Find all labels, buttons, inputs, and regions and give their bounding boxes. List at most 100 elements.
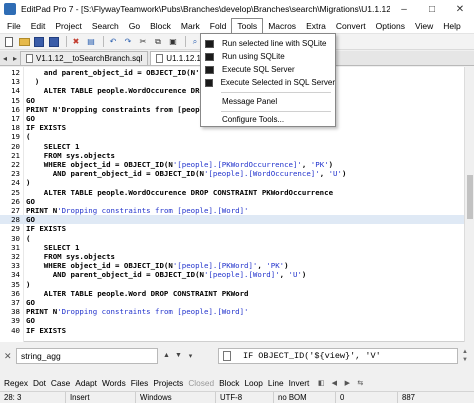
option-dot[interactable]: Dot	[33, 378, 46, 388]
code-line[interactable]: 30 (	[0, 234, 464, 243]
menu-item-run-selected-sqlite[interactable]: Run selected line with SQLite	[201, 37, 335, 50]
menu-block[interactable]: Block	[145, 18, 176, 34]
find-next-button[interactable]: ▶	[342, 378, 352, 388]
code-line[interactable]: 27 PRINT N'Dropping constraints from [peo…	[0, 206, 464, 215]
code-line[interactable]: 35)	[0, 280, 464, 289]
save-button[interactable]	[33, 36, 45, 47]
line-number: 23	[11, 169, 20, 179]
replace-input[interactable]: IF OBJECT_ID('${view}', 'V'	[218, 348, 458, 364]
cut-icon: ✂	[139, 36, 147, 46]
menu-convert[interactable]: Convert	[331, 18, 371, 34]
code-text: FROM sys.objects	[26, 252, 115, 261]
scrollbar-thumb[interactable]	[467, 175, 473, 219]
menu-help[interactable]: Help	[438, 18, 465, 34]
menu-options[interactable]: Options	[371, 18, 410, 34]
code-line[interactable]: 22 WHERE object_id = OBJECT_ID(N'[people…	[0, 160, 464, 169]
code-line[interactable]: 34 AND parent_object_id = OBJECT_ID(N'[p…	[0, 270, 464, 279]
menu-file[interactable]: File	[2, 18, 26, 34]
menu-item-run-sqlite[interactable]: Run using SQLite	[201, 50, 335, 63]
code-line[interactable]: 36 ALTER TABLE people.Word DROP CONSTRAI…	[0, 289, 464, 298]
menu-fold[interactable]: Fold	[205, 18, 232, 34]
menu-extra[interactable]: Extra	[301, 18, 331, 34]
menu-edit[interactable]: Edit	[26, 18, 51, 34]
option-adapt[interactable]: Adapt	[75, 378, 97, 388]
option-line[interactable]: Line	[268, 378, 284, 388]
new-file-button[interactable]	[3, 36, 15, 47]
search-history-down-button[interactable]: ▼	[174, 349, 183, 362]
option-closed[interactable]: Closed	[188, 378, 214, 388]
menu-mark[interactable]: Mark	[176, 18, 205, 34]
close-file-button[interactable]: ✖	[70, 36, 82, 47]
code-text: GO	[26, 316, 35, 326]
code-line[interactable]: 19 (	[0, 132, 464, 141]
code-line[interactable]: 31 SELECT 1	[0, 243, 464, 252]
status-insert-mode[interactable]: Insert	[66, 391, 136, 403]
code-text: FROM sys.objects	[26, 150, 115, 160]
code-line[interactable]: 25 ALTER TABLE people.WordOccurence DROP…	[0, 188, 464, 197]
code-line[interactable]: 40 IF EXISTS	[0, 326, 464, 335]
code-line[interactable]: 28 GO	[0, 215, 464, 225]
code-line[interactable]: 23 AND parent_object_id = OBJECT_ID(N'[p…	[0, 169, 464, 178]
console-icon	[205, 65, 214, 74]
search-history-up-button[interactable]: ▲	[162, 349, 171, 362]
replace-scroll-buttons[interactable]: ▲ ▼	[460, 348, 470, 364]
search-input[interactable]: string_agg	[16, 348, 158, 364]
minimize-button[interactable]: –	[390, 0, 418, 18]
option-invert[interactable]: Invert	[289, 378, 310, 388]
tab-scroll-left-button[interactable]: ◂	[0, 51, 10, 65]
code-line[interactable]: 39 GO	[0, 316, 464, 325]
print-button[interactable]: ▤	[85, 36, 97, 47]
vertical-scrollbar[interactable]	[464, 67, 474, 342]
paste-button[interactable]: ▣	[167, 36, 179, 47]
code-text: (	[26, 132, 31, 142]
code-line[interactable]: 33 WHERE object_id = OBJECT_ID(N'[people…	[0, 261, 464, 270]
line-number: 16	[11, 104, 20, 114]
menu-project[interactable]: Project	[50, 18, 86, 34]
copy-button[interactable]: ⧉	[152, 36, 164, 47]
code-line[interactable]: 21 FROM sys.objects	[0, 151, 464, 160]
close-button[interactable]: ✕	[446, 0, 474, 18]
option-projects[interactable]: Projects	[153, 378, 183, 388]
redo-button[interactable]: ↷	[122, 36, 134, 47]
code-line[interactable]: 24)	[0, 178, 464, 187]
open-file-button[interactable]	[18, 36, 30, 47]
status-line-break[interactable]: Windows	[136, 391, 216, 403]
code-text: IF EXISTS	[26, 224, 67, 234]
menu-tools[interactable]: Tools	[231, 17, 264, 34]
menu-go[interactable]: Go	[124, 18, 145, 34]
close-search-panel-button[interactable]: ✕	[4, 351, 12, 362]
tab-scroll-right-button[interactable]: ▸	[10, 51, 20, 65]
code-line[interactable]: 37 GO	[0, 298, 464, 307]
menu-item-execute-selected-sql-server[interactable]: Execute Selected in SQL Server	[201, 76, 335, 89]
code-line[interactable]: 20 SELECT 1	[0, 142, 464, 151]
code-line[interactable]: 38 PRINT N'Dropping constraints from [peo…	[0, 307, 464, 316]
maximize-button[interactable]: □	[418, 0, 446, 18]
line-number: 31	[11, 242, 20, 252]
find-all-button[interactable]: ◧	[316, 378, 326, 388]
option-regex[interactable]: Regex	[4, 378, 28, 388]
menu-macros[interactable]: Macros	[263, 18, 301, 34]
option-files[interactable]: Files	[131, 378, 149, 388]
menu-item-message-panel[interactable]: Message Panel	[201, 95, 335, 108]
status-encoding[interactable]: UTF-8	[216, 391, 274, 403]
code-line[interactable]: 29 IF EXISTS	[0, 224, 464, 233]
search-dropdown-button[interactable]: ▾	[186, 349, 195, 362]
find-previous-button[interactable]: ◀	[329, 378, 339, 388]
menu-view[interactable]: View	[410, 18, 438, 34]
menu-search[interactable]: Search	[87, 18, 124, 34]
code-line[interactable]: 26 GO	[0, 197, 464, 206]
option-block[interactable]: Block	[219, 378, 239, 388]
undo-button[interactable]: ↶	[107, 36, 119, 47]
menu-item-configure-tools[interactable]: Configure Tools...	[201, 113, 335, 126]
option-case[interactable]: Case	[51, 378, 70, 388]
status-bom[interactable]: no BOM	[274, 391, 336, 403]
tab-file-1[interactable]: V1.1.12__toSearchBranch.sql	[20, 51, 149, 65]
cut-button[interactable]: ✂	[137, 36, 149, 47]
menu-item-execute-sql-server[interactable]: Execute SQL Server	[201, 63, 335, 76]
status-selection-length: 0	[336, 391, 398, 403]
replace-all-button[interactable]: ⇆	[355, 378, 365, 388]
save-all-button[interactable]	[48, 36, 60, 47]
code-line[interactable]: 32 FROM sys.objects	[0, 252, 464, 261]
option-loop[interactable]: Loop	[244, 378, 262, 388]
option-words[interactable]: Words	[102, 378, 126, 388]
